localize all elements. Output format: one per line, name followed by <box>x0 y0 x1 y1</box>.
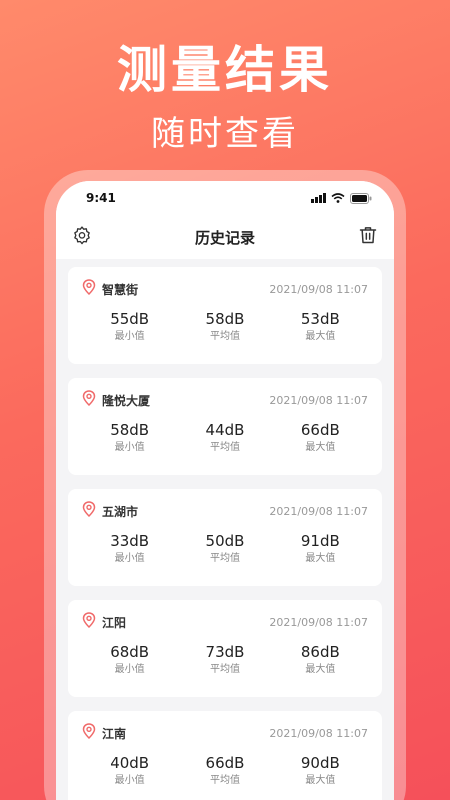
avg-label: 平均值 <box>210 442 240 453</box>
history-card[interactable]: 江阳 2021/09/08 11:07 68dB 最小值 73dB 平均值 86… <box>68 600 382 697</box>
avg-value: 66dB <box>205 754 245 772</box>
avg-label: 平均值 <box>210 664 240 675</box>
min-value: 40dB <box>110 754 150 772</box>
max-stat: 66dB 最大值 <box>273 420 368 456</box>
card-header: 隆悦大厦 2021/09/08 11:07 <box>82 390 368 410</box>
location-name: 江阳 <box>102 615 127 630</box>
status-bar: 9:41 <box>56 181 394 215</box>
trash-icon <box>358 225 378 249</box>
max-label: 最大值 <box>305 442 336 453</box>
status-time: 9:41 <box>86 191 116 205</box>
stats-row: 58dB 最小值 44dB 平均值 66dB 最大值 <box>82 420 368 456</box>
min-stat: 55dB 最小值 <box>82 309 177 345</box>
avg-value: 44dB <box>205 421 245 439</box>
avg-label: 平均值 <box>210 331 240 342</box>
avg-value: 58dB <box>205 310 245 328</box>
location: 智慧街 <box>82 279 138 299</box>
nav-bar: 历史记录 <box>56 215 394 259</box>
min-value: 68dB <box>110 643 150 661</box>
record-time: 2021/09/08 11:07 <box>269 393 368 407</box>
max-stat: 86dB 最大值 <box>273 642 368 678</box>
max-stat: 53dB 最大值 <box>273 309 368 345</box>
location-name: 智慧街 <box>102 282 139 297</box>
stats-row: 33dB 最小值 50dB 平均值 91dB 最大值 <box>82 531 368 567</box>
location-pin-icon <box>82 612 96 632</box>
stats-row: 40dB 最小值 66dB 平均值 90dB 最大值 <box>82 753 368 789</box>
max-stat: 91dB 最大值 <box>273 531 368 567</box>
signal-icon <box>311 193 326 203</box>
min-stat: 68dB 最小值 <box>82 642 177 678</box>
location-name: 江南 <box>102 726 127 741</box>
min-stat: 58dB 最小值 <box>82 420 177 456</box>
max-value: 86dB <box>300 643 340 661</box>
location: 江阳 <box>82 612 126 632</box>
avg-label: 平均值 <box>210 553 240 564</box>
location-name: 隆悦大厦 <box>102 393 151 408</box>
min-label: 最小值 <box>114 775 145 786</box>
status-icons <box>311 192 372 204</box>
card-header: 江南 2021/09/08 11:07 <box>82 723 368 743</box>
max-value: 66dB <box>300 421 340 439</box>
max-value: 53dB <box>300 310 340 328</box>
avg-stat: 44dB 平均值 <box>177 420 272 456</box>
record-time: 2021/09/08 11:07 <box>269 726 368 740</box>
max-label: 最大值 <box>305 664 336 675</box>
max-value: 91dB <box>300 532 340 550</box>
stats-row: 55dB 最小值 58dB 平均值 53dB 最大值 <box>82 309 368 345</box>
location: 五湖市 <box>82 501 138 521</box>
history-list: 智慧街 2021/09/08 11:07 55dB 最小值 58dB 平均值 5… <box>56 259 394 800</box>
avg-stat: 50dB 平均值 <box>177 531 272 567</box>
min-label: 最小值 <box>114 331 145 342</box>
location: 江南 <box>82 723 126 743</box>
location-pin-icon <box>82 390 96 410</box>
card-header: 江阳 2021/09/08 11:07 <box>82 612 368 632</box>
avg-value: 73dB <box>205 643 245 661</box>
page-title: 历史记录 <box>194 228 255 247</box>
location-pin-icon <box>82 723 96 743</box>
card-header: 智慧街 2021/09/08 11:07 <box>82 279 368 299</box>
card-header: 五湖市 2021/09/08 11:07 <box>82 501 368 521</box>
record-time: 2021/09/08 11:07 <box>269 504 368 518</box>
hero-title: 测量结果 <box>117 41 333 99</box>
min-value: 55dB <box>110 310 150 328</box>
min-stat: 40dB 最小值 <box>82 753 177 789</box>
location-name: 五湖市 <box>102 504 139 519</box>
avg-stat: 73dB 平均值 <box>177 642 272 678</box>
location-pin-icon <box>82 501 96 521</box>
avg-label: 平均值 <box>210 775 240 786</box>
avg-value: 50dB <box>205 532 245 550</box>
history-card[interactable]: 隆悦大厦 2021/09/08 11:07 58dB 最小值 44dB 平均值 … <box>68 378 382 475</box>
min-value: 33dB <box>110 532 150 550</box>
phone-screen: 9:41 历史记录 智慧街 2021/09/08 11:07 55dB 最小值 … <box>56 181 394 800</box>
history-card[interactable]: 智慧街 2021/09/08 11:07 55dB 最小值 58dB 平均值 5… <box>68 267 382 364</box>
battery-icon <box>350 192 372 204</box>
min-value: 58dB <box>110 421 150 439</box>
max-label: 最大值 <box>305 331 336 342</box>
gear-icon <box>72 225 92 249</box>
history-card[interactable]: 五湖市 2021/09/08 11:07 33dB 最小值 50dB 平均值 9… <box>68 489 382 586</box>
stats-row: 68dB 最小值 73dB 平均值 86dB 最大值 <box>82 642 368 678</box>
delete-button[interactable] <box>356 225 380 249</box>
avg-stat: 58dB 平均值 <box>177 309 272 345</box>
history-card[interactable]: 江南 2021/09/08 11:07 40dB 最小值 66dB 平均值 90… <box>68 711 382 800</box>
record-time: 2021/09/08 11:07 <box>269 615 368 629</box>
min-label: 最小值 <box>114 664 145 675</box>
settings-button[interactable] <box>70 225 94 249</box>
max-stat: 90dB 最大值 <box>273 753 368 789</box>
min-label: 最小值 <box>114 442 145 453</box>
min-stat: 33dB 最小值 <box>82 531 177 567</box>
location: 隆悦大厦 <box>82 390 150 410</box>
min-label: 最小值 <box>114 553 145 564</box>
record-time: 2021/09/08 11:07 <box>269 282 368 296</box>
max-value: 90dB <box>300 754 340 772</box>
wifi-icon <box>331 193 345 203</box>
max-label: 最大值 <box>305 553 336 564</box>
location-pin-icon <box>82 279 96 299</box>
avg-stat: 66dB 平均值 <box>177 753 272 789</box>
hero-subtitle: 随时查看 <box>151 114 299 154</box>
max-label: 最大值 <box>305 775 336 786</box>
